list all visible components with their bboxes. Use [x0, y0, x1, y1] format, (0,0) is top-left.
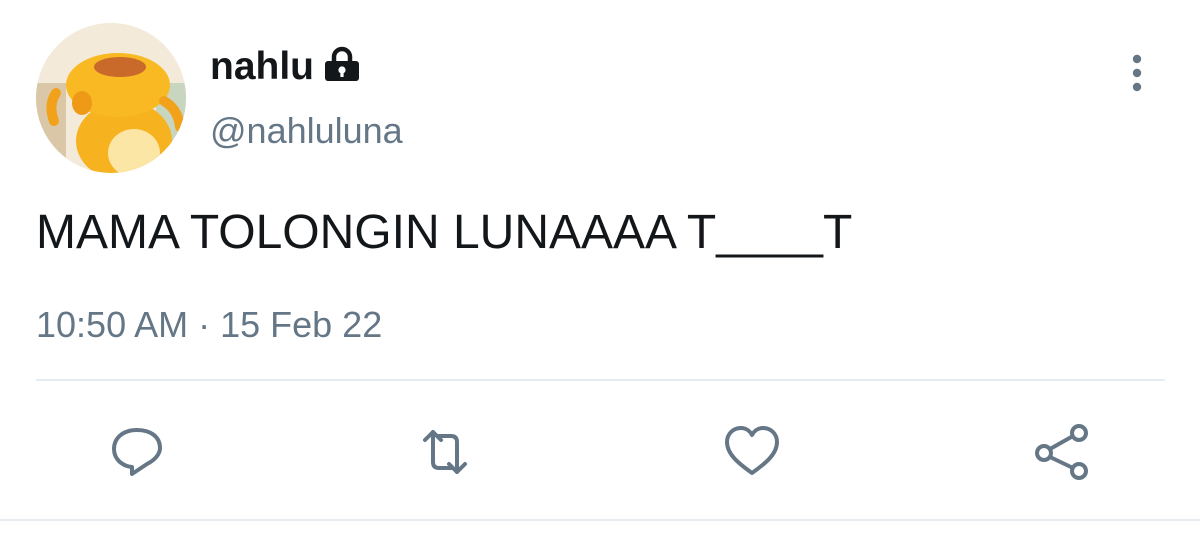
- more-vertical-icon[interactable]: [1122, 52, 1152, 96]
- display-name[interactable]: nahlu: [210, 44, 362, 90]
- reply-icon: [112, 428, 162, 476]
- display-name-text: nahlu: [210, 45, 314, 88]
- share-button[interactable]: [1032, 422, 1092, 482]
- lock-icon: [322, 45, 362, 85]
- retweet-icon: [423, 430, 467, 474]
- share-icon: [1035, 424, 1088, 480]
- heart-icon: [725, 426, 779, 475]
- divider: [36, 379, 1165, 381]
- tweet-timestamp[interactable]: 10:50 AM · 15 Feb 22: [36, 304, 382, 346]
- tweet-text: MAMA TOLONGIN LUNAAAA T____T: [36, 206, 853, 259]
- like-button[interactable]: [722, 422, 782, 482]
- tweet-card: nahlu @nahluluna MAMA TOLONGIN LUNAAAA T…: [0, 0, 1200, 539]
- bottom-divider: [0, 519, 1200, 521]
- avatar-image: [36, 23, 186, 173]
- reply-button[interactable]: [107, 422, 167, 482]
- avatar[interactable]: [36, 23, 186, 173]
- retweet-button[interactable]: [415, 422, 475, 482]
- user-handle[interactable]: @nahluluna: [210, 110, 403, 152]
